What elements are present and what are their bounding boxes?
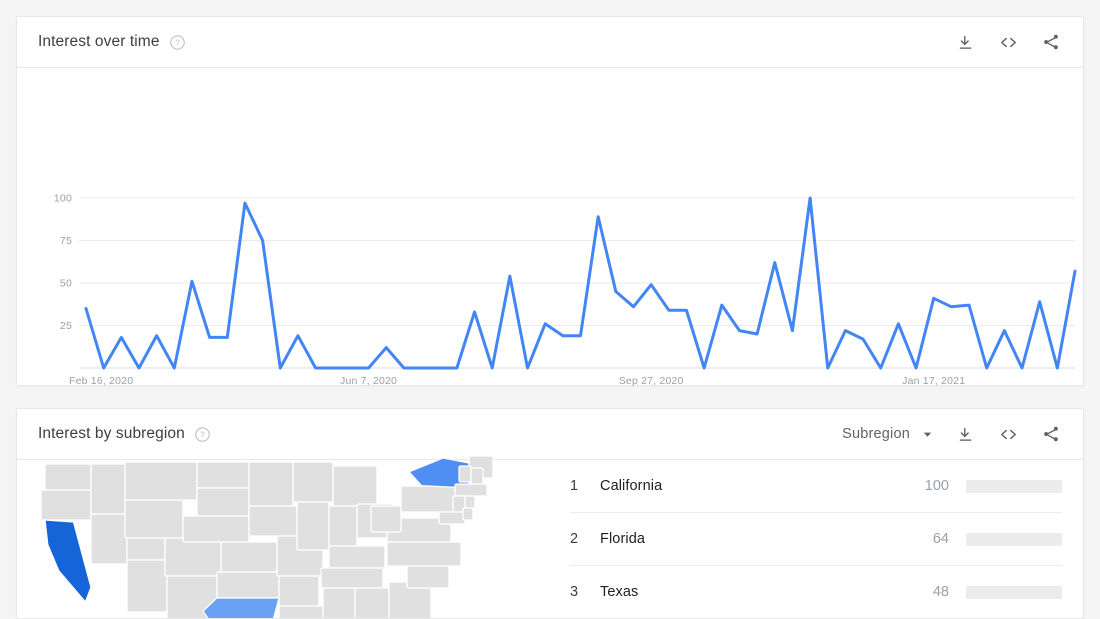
map-state-montana[interactable] <box>124 461 198 501</box>
value-bar <box>966 532 1062 546</box>
map-state-south-dakota[interactable] <box>196 487 250 517</box>
map-state-massachusetts[interactable] <box>454 483 488 497</box>
svg-text:75: 75 <box>60 235 72 247</box>
svg-text:Jun 7, 2020: Jun 7, 2020 <box>340 375 397 386</box>
us-map-svg[interactable] <box>35 456 495 619</box>
map-state-iowa[interactable] <box>248 505 298 537</box>
chart-svg: 100 75 50 25 Feb 16, 2020 Jun 7, 2020 Sep 27, … <box>54 193 1077 387</box>
map-state-colorado[interactable] <box>164 537 222 577</box>
value-bar <box>966 479 1062 493</box>
subregion-select[interactable]: Subregion <box>842 426 910 442</box>
rank-number: 3 <box>570 584 579 600</box>
map-state-nebraska[interactable] <box>182 515 250 543</box>
value-bar <box>966 585 1062 599</box>
map-state-maryland[interactable] <box>438 511 466 525</box>
region-name: Florida <box>600 531 646 547</box>
region-value: 64 <box>932 531 949 547</box>
chart-plot-area: 100 75 50 25 Feb 16, 2020 Jun 7, 2020 Sep 27, … <box>17 68 1085 387</box>
region-name: Texas <box>600 584 639 600</box>
map-state-nevada[interactable] <box>90 513 128 565</box>
map-state-south-carolina[interactable] <box>406 563 450 589</box>
map-state-north-dakota[interactable] <box>196 461 250 489</box>
interest-by-subregion-header: Interest by subregion ? Subregion <box>17 409 1083 460</box>
map-state-illinois[interactable] <box>296 501 330 551</box>
map-state-washington[interactable] <box>44 463 92 491</box>
help-circle-icon[interactable]: ? <box>169 34 186 51</box>
share-icon[interactable] <box>1040 31 1062 53</box>
map-state-california[interactable] <box>44 519 92 604</box>
help-circle-icon[interactable]: ? <box>194 426 211 443</box>
svg-text:?: ? <box>175 38 180 47</box>
page-title: Interest over time <box>38 33 160 50</box>
map-state-indiana[interactable] <box>328 505 358 547</box>
map-state-oklahoma[interactable] <box>216 571 280 599</box>
chevron-down-icon[interactable] <box>921 428 933 440</box>
map-state-tennessee[interactable] <box>320 567 384 589</box>
map-state-minnesota[interactable] <box>248 461 294 507</box>
us-map[interactable] <box>17 456 562 618</box>
embed-code-icon[interactable] <box>997 423 1019 445</box>
interest-over-time-card: Interest over time ? 100 75 50 25 Feb 16… <box>16 16 1085 387</box>
map-state-arkansas[interactable] <box>278 575 320 607</box>
download-icon[interactable] <box>954 31 976 53</box>
map-state-west-virginia[interactable] <box>370 505 402 533</box>
svg-text:Jan 17, 2021: Jan 17, 2021 <box>902 375 965 386</box>
map-state-vermont[interactable] <box>458 465 472 483</box>
map-state-kentucky[interactable] <box>328 545 386 569</box>
share-icon[interactable] <box>1040 423 1062 445</box>
subregion-body: 1 California 100 2 Florida 64 3 Texas 48 <box>17 456 1083 618</box>
map-state-oregon[interactable] <box>40 489 92 521</box>
download-icon[interactable] <box>954 423 976 445</box>
rank-number: 2 <box>570 531 579 547</box>
trends-page: Interest over time ? 100 75 50 25 Feb 16… <box>0 0 1100 619</box>
region-name: California <box>600 478 663 494</box>
map-state-kansas[interactable] <box>220 541 278 573</box>
subregion-title: Interest by subregion <box>38 425 185 442</box>
map-state-texas[interactable] <box>202 597 280 619</box>
map-state-delaware[interactable] <box>462 507 474 521</box>
map-state-new-hampshire[interactable] <box>470 467 484 485</box>
interest-by-subregion-card: Interest by subregion ? Subregion 1 Cali… <box>16 408 1084 619</box>
interest-over-time-header: Interest over time ? <box>17 17 1083 68</box>
svg-text:50: 50 <box>60 278 72 290</box>
svg-text:100: 100 <box>54 193 72 205</box>
region-value: 100 <box>924 478 949 494</box>
list-item[interactable]: 1 California 100 <box>570 460 1062 513</box>
list-item[interactable]: 2 Florida 64 <box>570 513 1062 566</box>
map-state-louisiana[interactable] <box>278 605 324 619</box>
svg-text:?: ? <box>200 430 205 439</box>
subregion-rank-list: 1 California 100 2 Florida 64 3 Texas 48 <box>562 460 1083 618</box>
region-value: 48 <box>932 584 949 600</box>
map-state-north-carolina[interactable] <box>386 541 462 567</box>
map-state-wyoming[interactable] <box>124 499 184 539</box>
svg-text:25: 25 <box>60 320 72 332</box>
list-item[interactable]: 3 Texas 48 <box>570 566 1062 618</box>
embed-code-icon[interactable] <box>997 31 1019 53</box>
map-state-mississippi[interactable] <box>322 587 356 619</box>
map-state-michigan[interactable] <box>332 465 378 507</box>
rank-number: 1 <box>570 478 579 494</box>
map-state-wisconsin[interactable] <box>292 461 334 503</box>
interest-over-time-chart: 100 75 50 25 Feb 16, 2020 Jun 7, 2020 Sep 27, … <box>17 68 1085 387</box>
map-state-idaho[interactable] <box>90 463 126 515</box>
map-state-alabama[interactable] <box>354 587 390 619</box>
map-state-arizona[interactable] <box>126 559 168 613</box>
svg-text:Feb 16, 2020: Feb 16, 2020 <box>69 375 133 386</box>
map-state-pennsylvania[interactable] <box>400 485 456 513</box>
svg-text:Sep 27, 2020: Sep 27, 2020 <box>619 375 684 386</box>
